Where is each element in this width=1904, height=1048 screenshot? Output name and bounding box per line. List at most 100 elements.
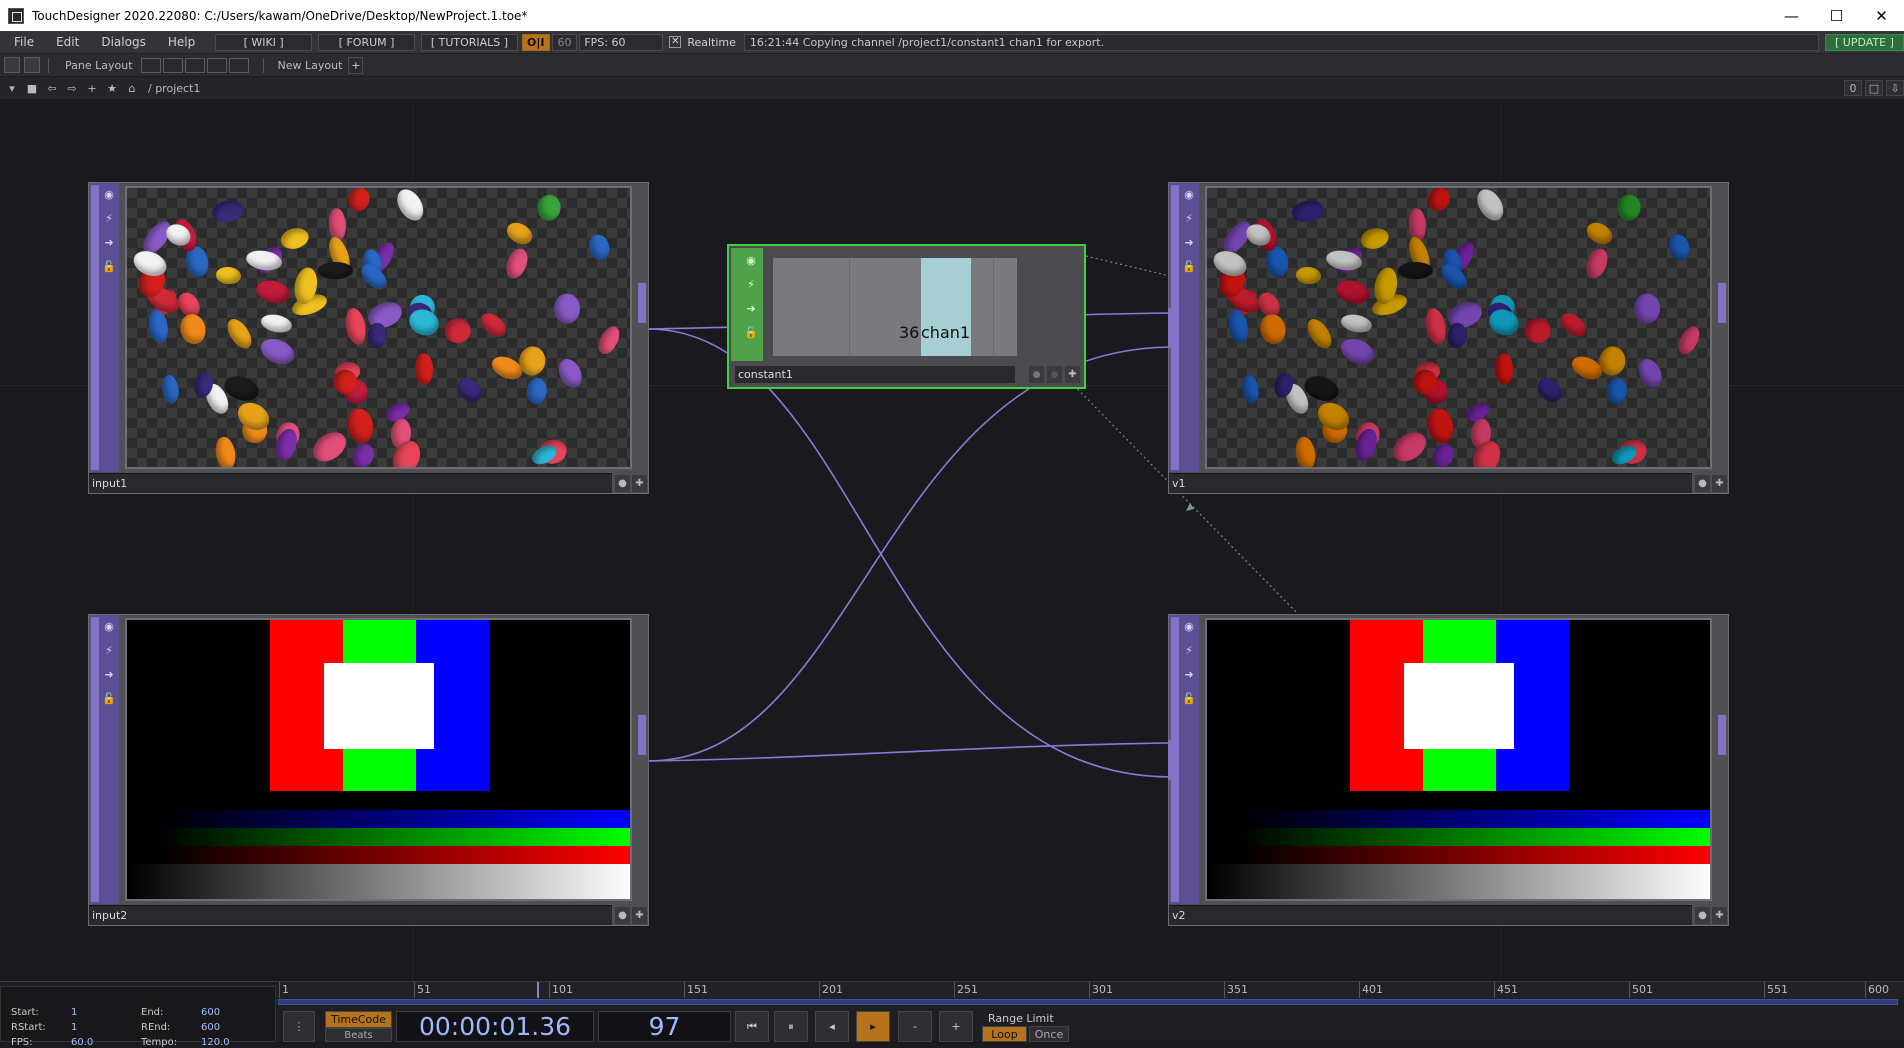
layout-split-horizontal-icon[interactable] bbox=[184, 57, 205, 73]
add-icon[interactable]: + bbox=[84, 80, 100, 96]
pane-type-dropdown-icon[interactable]: ▾ bbox=[4, 80, 20, 96]
frame-display[interactable]: 97 bbox=[598, 1011, 731, 1042]
viewer-toggle-icon[interactable]: ◉ bbox=[1181, 186, 1197, 202]
layout-four-icon[interactable] bbox=[228, 57, 249, 73]
network-path[interactable]: / project1 bbox=[148, 82, 200, 95]
play-forward-icon[interactable]: ▸ bbox=[856, 1011, 890, 1042]
tempo-value[interactable]: 120.0 bbox=[201, 1037, 230, 1048]
maximize-button[interactable]: ☐ bbox=[1814, 0, 1859, 31]
beats-toggle[interactable]: Beats bbox=[325, 1028, 392, 1042]
loop-button[interactable]: Loop bbox=[982, 1026, 1027, 1042]
node-flag-icon[interactable]: ● bbox=[1029, 366, 1044, 383]
once-button[interactable]: Once bbox=[1029, 1026, 1069, 1042]
node-add-icon[interactable]: ✚ bbox=[1065, 366, 1080, 383]
menu-edit[interactable]: Edit bbox=[42, 35, 87, 49]
play-reverse-icon[interactable]: ◂ bbox=[815, 1011, 849, 1042]
node-name[interactable]: constant1 bbox=[735, 366, 1015, 383]
lock-icon[interactable]: 🔓 bbox=[101, 690, 117, 706]
node-name[interactable]: input2 bbox=[89, 905, 612, 925]
maximize-pane-icon[interactable]: □ bbox=[1865, 80, 1883, 96]
step-back-button[interactable]: - bbox=[898, 1011, 932, 1042]
node-viewer-color-bars[interactable] bbox=[1205, 618, 1712, 901]
node-add-icon[interactable]: ✚ bbox=[1712, 907, 1727, 924]
lock-icon[interactable]: 🔓 bbox=[1181, 690, 1197, 706]
pane-image-icon[interactable] bbox=[4, 57, 20, 73]
node-flag-icon[interactable]: ● bbox=[1047, 366, 1062, 383]
node-v1[interactable]: ◉ ⚡ ➜ 🔓 v1 ● ✚ bbox=[1168, 182, 1729, 494]
node-add-icon[interactable]: ✚ bbox=[632, 907, 647, 924]
node-viewer-color-bars[interactable] bbox=[125, 618, 632, 901]
node-name[interactable]: v1 bbox=[1169, 473, 1692, 493]
node-flag-icon[interactable]: ● bbox=[615, 475, 630, 492]
viewer-toggle-icon[interactable]: ◉ bbox=[101, 186, 117, 202]
stop-icon[interactable]: ■ bbox=[24, 80, 40, 96]
bookmark-star-icon[interactable]: ★ bbox=[104, 80, 120, 96]
lock-icon[interactable]: 🔓 bbox=[101, 258, 117, 274]
forum-button[interactable]: [ FORUM ] bbox=[318, 33, 415, 51]
timecode-toggle[interactable]: TimeCode bbox=[325, 1011, 392, 1028]
node-output-connector[interactable] bbox=[638, 715, 646, 755]
node-flag-icon[interactable]: ● bbox=[1695, 475, 1710, 492]
node-output-connector[interactable] bbox=[1718, 715, 1726, 755]
node-add-icon[interactable]: ✚ bbox=[632, 475, 647, 492]
wiki-button[interactable]: [ WIKI ] bbox=[215, 33, 313, 51]
timeline-scrubber[interactable] bbox=[278, 999, 1898, 1005]
close-button[interactable]: ✕ bbox=[1859, 0, 1904, 31]
fps-value[interactable]: 60.0 bbox=[71, 1037, 93, 1048]
playhead[interactable] bbox=[537, 982, 540, 998]
wire-input2-v1[interactable] bbox=[647, 346, 1171, 762]
node-input-connector[interactable] bbox=[1168, 308, 1176, 348]
node-viewer-jellybeans[interactable] bbox=[1205, 186, 1712, 469]
layout-three-icon[interactable] bbox=[206, 57, 227, 73]
cooking-icon[interactable]: ⚡ bbox=[743, 276, 759, 292]
menu-help[interactable]: Help bbox=[154, 35, 203, 49]
cooking-icon[interactable]: ⚡ bbox=[1181, 210, 1197, 226]
pause-icon[interactable]: ⏸ bbox=[774, 1011, 808, 1042]
node-input-connector[interactable] bbox=[1168, 740, 1176, 780]
viewer-toggle-icon[interactable]: ◉ bbox=[1181, 618, 1197, 634]
rend-value[interactable]: 600 bbox=[201, 1022, 220, 1033]
viewer-toggle-icon[interactable]: ◉ bbox=[101, 618, 117, 634]
back-icon[interactable]: ⇦ bbox=[44, 80, 60, 96]
export-arrow-icon[interactable]: ➜ bbox=[101, 234, 117, 250]
layout-single-icon[interactable] bbox=[140, 57, 161, 73]
network-editor[interactable]: ◉ ⚡ ➜ 🔓 input1 ● ✚ ◉ ⚡ ➜ 🔓 input2 ● ✚ ◉ … bbox=[0, 101, 1904, 981]
node-viewer-jellybeans[interactable] bbox=[125, 186, 632, 469]
wire-input2-v2[interactable] bbox=[647, 742, 1171, 762]
node-input2[interactable]: ◉ ⚡ ➜ 🔓 input2 ● ✚ bbox=[88, 614, 649, 926]
node-constant1[interactable]: ◉ ⚡ ➜ 🔓 36 chan1 constant1 ● ● ✚ bbox=[727, 244, 1086, 389]
minimize-button[interactable]: — bbox=[1769, 0, 1814, 31]
export-arrow-icon[interactable]: ➜ bbox=[1181, 666, 1197, 682]
wire-input1-v2[interactable] bbox=[647, 328, 1171, 778]
viewer-toggle-icon[interactable]: ◉ bbox=[743, 252, 759, 268]
add-layout-button[interactable]: + bbox=[348, 56, 364, 74]
timeline-options-icon[interactable]: ⋮ bbox=[283, 1011, 315, 1042]
layout-split-vertical-icon[interactable] bbox=[162, 57, 183, 73]
detach-pane-icon[interactable]: ⇩ bbox=[1886, 80, 1904, 96]
update-button[interactable]: [ UPDATE ] bbox=[1824, 33, 1904, 51]
forward-icon[interactable]: ⇨ bbox=[64, 80, 80, 96]
node-name[interactable]: v2 bbox=[1169, 905, 1692, 925]
fps-setting[interactable]: 60 bbox=[551, 33, 578, 51]
chop-channel-viewer[interactable]: 36 chan1 bbox=[773, 258, 1017, 356]
timecode-display[interactable]: 00:00:01.36 bbox=[396, 1011, 594, 1042]
rstart-value[interactable]: 1 bbox=[71, 1022, 77, 1033]
node-flag-icon[interactable]: ● bbox=[615, 907, 630, 924]
node-input1[interactable]: ◉ ⚡ ➜ 🔓 input1 ● ✚ bbox=[88, 182, 649, 494]
cooking-icon[interactable]: ⚡ bbox=[101, 210, 117, 226]
realtime-checkbox[interactable]: ✕ bbox=[669, 36, 682, 48]
lock-icon[interactable]: 🔓 bbox=[743, 324, 759, 340]
timeline-ruler[interactable]: 1 51 101 151 201 251 301 351 401 451 501 551 600 bbox=[278, 982, 1904, 998]
node-output-connector[interactable] bbox=[1718, 283, 1726, 323]
node-name[interactable]: input1 bbox=[89, 473, 612, 493]
oii-toggle[interactable]: O|I bbox=[521, 33, 550, 51]
step-forward-button[interactable]: + bbox=[939, 1011, 973, 1042]
node-v2[interactable]: ◉ ⚡ ➜ 🔓 v2 ● ✚ bbox=[1168, 614, 1729, 926]
start-value[interactable]: 1 bbox=[71, 1007, 77, 1018]
tutorials-button[interactable]: [ TUTORIALS ] bbox=[421, 33, 518, 51]
new-layout-label[interactable]: New Layout bbox=[278, 59, 343, 72]
cooking-icon[interactable]: ⚡ bbox=[101, 642, 117, 658]
node-flag-icon[interactable]: ● bbox=[1695, 907, 1710, 924]
end-value[interactable]: 600 bbox=[201, 1007, 220, 1018]
rewind-icon[interactable]: ⏮ bbox=[735, 1011, 769, 1042]
